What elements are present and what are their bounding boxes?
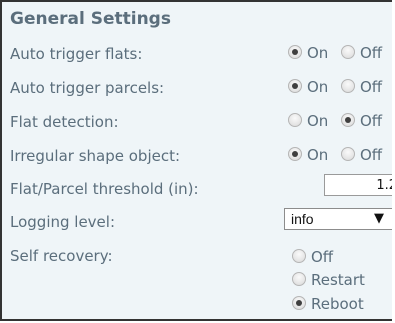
logging-level-value: info (291, 211, 314, 227)
radio-label: Off (360, 146, 383, 164)
irregular-shape-object-label: Irregular shape object: (10, 147, 181, 165)
radio-label: Off (360, 44, 383, 62)
dropdown-arrow-icon: ▼ (374, 211, 384, 226)
radio-unchecked-icon (341, 147, 355, 161)
radio-label: On (307, 44, 329, 62)
radio-label: Restart (311, 271, 365, 289)
radio-checked-icon (288, 45, 302, 59)
radio-label: Off (360, 112, 383, 130)
radio-checked-icon (341, 113, 355, 127)
radio-label: Reboot (311, 295, 364, 313)
radio-label: On (307, 78, 329, 96)
self-recovery-label: Self recovery: (10, 247, 113, 265)
radio-checked-icon (288, 79, 302, 93)
radio-checked-icon (288, 147, 302, 161)
radio-label: Off (311, 248, 334, 266)
auto-trigger-flats-label: Auto trigger flats: (10, 45, 143, 63)
general-settings-panel: General Settings Auto trigger flats: On … (0, 0, 392, 321)
radio-unchecked-icon (341, 79, 355, 93)
section-title: General Settings (10, 9, 171, 29)
logging-level-label: Logging level: (10, 213, 115, 231)
radio-unchecked-icon (292, 272, 306, 286)
radio-label: On (307, 146, 329, 164)
radio-unchecked-icon (341, 45, 355, 59)
radio-label: Off (360, 78, 383, 96)
radio-label: On (307, 112, 329, 130)
flat-detection-label: Flat detection: (10, 113, 119, 131)
threshold-input[interactable] (324, 174, 392, 196)
radio-unchecked-icon (292, 249, 306, 263)
logging-level-select[interactable]: info ▼ (284, 208, 392, 230)
radio-unchecked-icon (288, 113, 302, 127)
radio-checked-icon (292, 296, 306, 310)
threshold-label: Flat/Parcel threshold (in): (10, 180, 199, 198)
auto-trigger-parcels-label: Auto trigger parcels: (10, 79, 165, 97)
